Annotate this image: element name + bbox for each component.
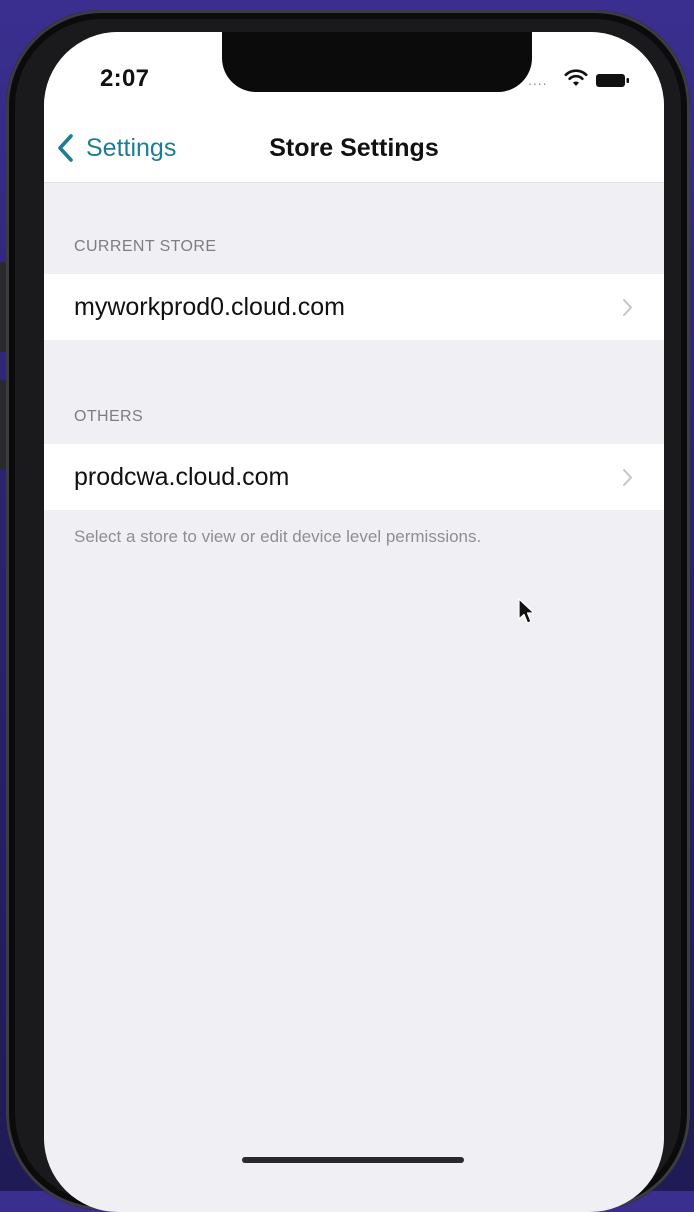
battery-icon [596, 74, 629, 87]
chevron-right-icon [623, 299, 632, 316]
side-button [0, 262, 6, 352]
store-row-other[interactable]: prodcwa.cloud.com [44, 444, 664, 510]
page-title: Store Settings [269, 134, 439, 162]
mouse-cursor-icon [518, 598, 535, 624]
wifi-icon [564, 69, 588, 86]
section-header-others: OTHERS [74, 408, 144, 425]
chevron-right-icon [623, 469, 632, 486]
section-header-current-store: CURRENT STORE [74, 238, 217, 255]
section-footer-note: Select a store to view or edit device le… [74, 527, 482, 546]
store-name: prodcwa.cloud.com [74, 463, 290, 491]
navigation-bar: 2:07 .... Settings Store Settings [44, 32, 664, 183]
home-indicator[interactable] [242, 1157, 464, 1163]
notch [222, 32, 532, 92]
status-time: 2:07 [100, 65, 150, 92]
signal-dots: .... [528, 72, 548, 88]
store-name: myworkprod0.cloud.com [74, 293, 345, 321]
side-button [0, 380, 6, 470]
phone-screen: 2:07 .... Settings Store Settings CURREN… [44, 32, 664, 1212]
store-row-current[interactable]: myworkprod0.cloud.com [44, 274, 664, 340]
